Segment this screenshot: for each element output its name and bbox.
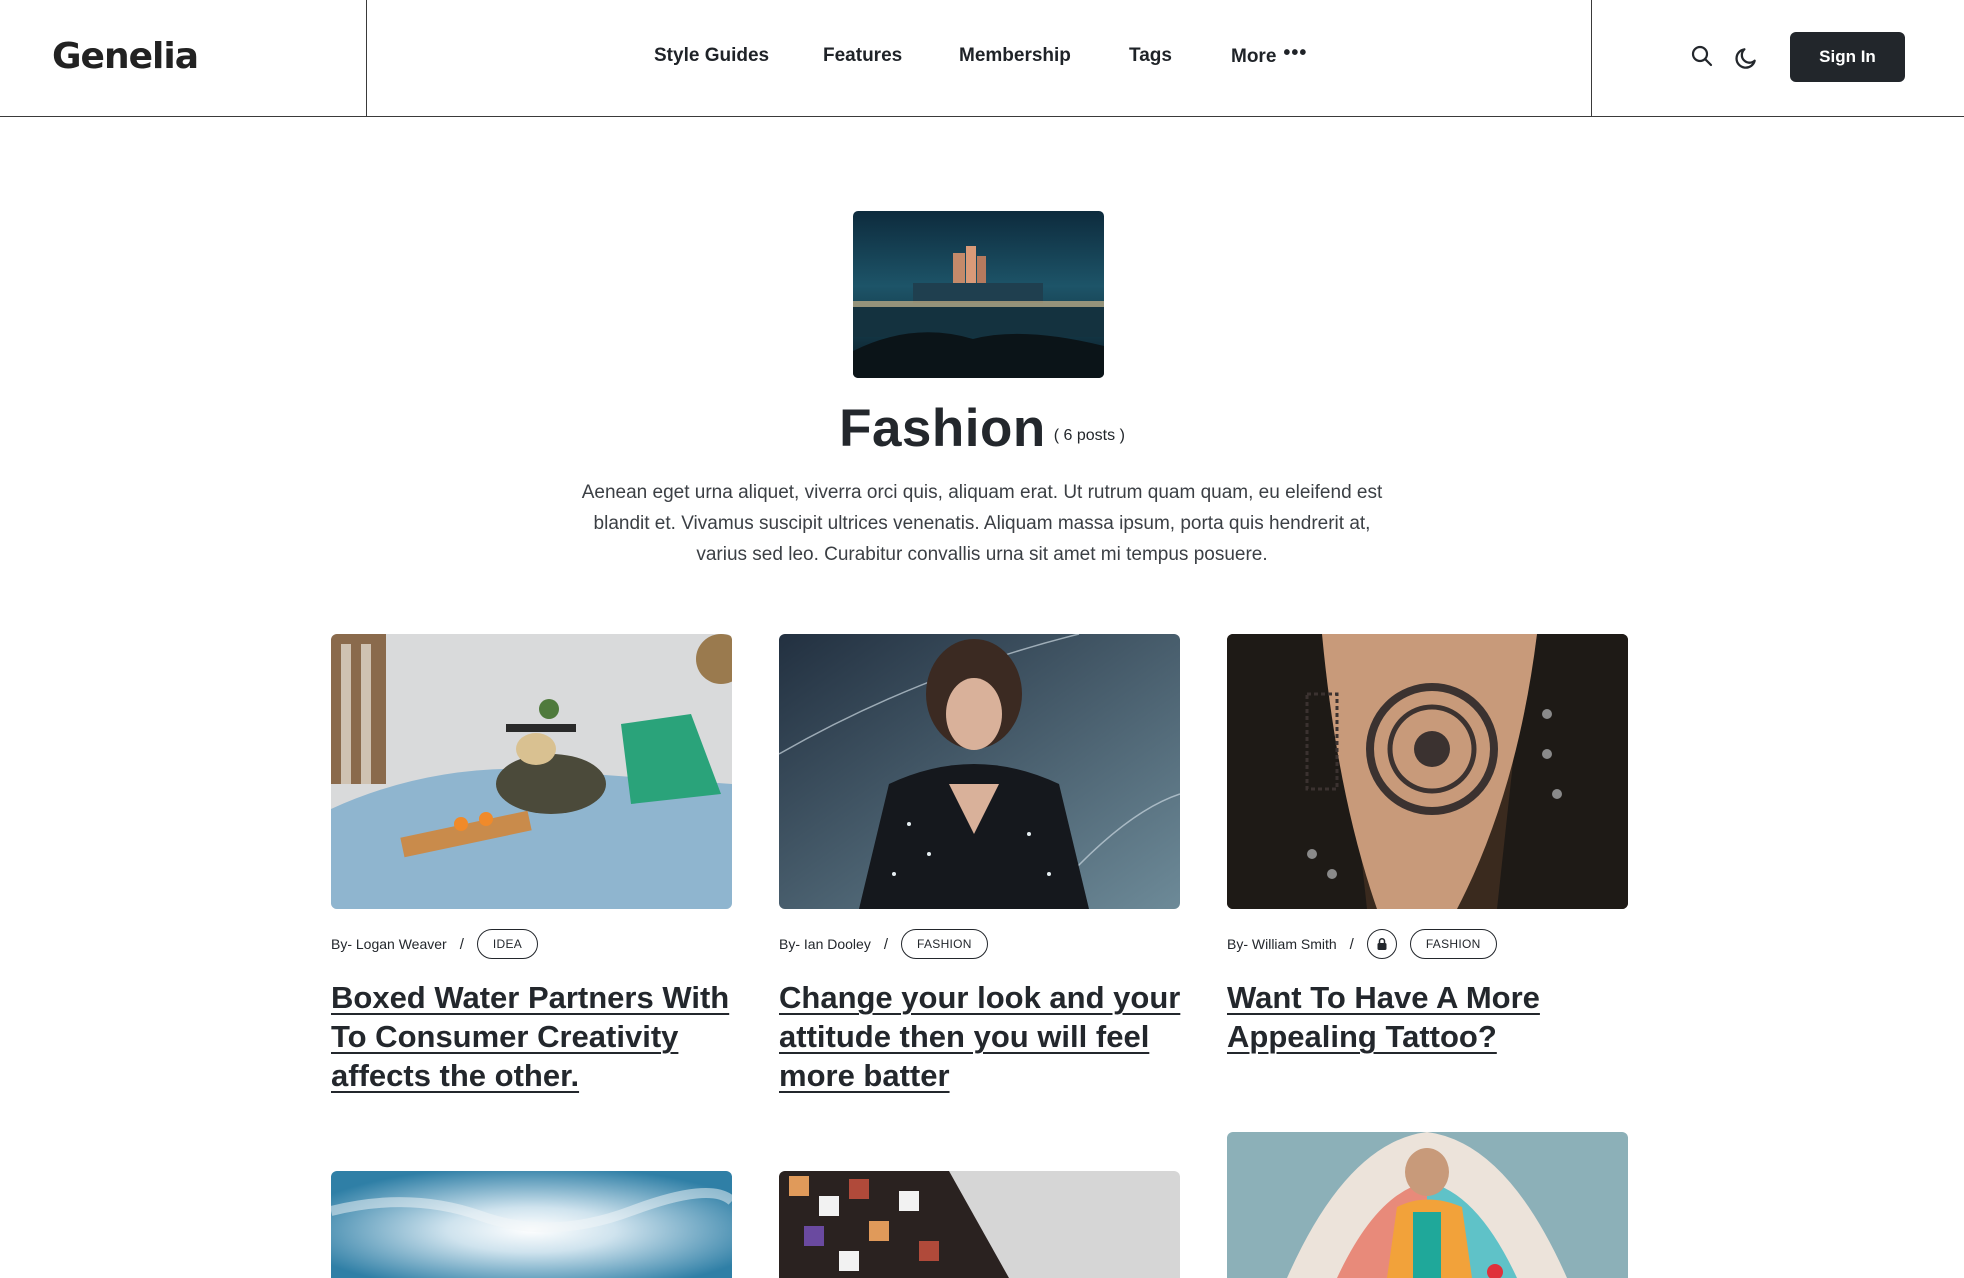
meta-separator: / (459, 935, 464, 953)
post-count: ( 6 posts ) (1053, 427, 1125, 444)
search-icon[interactable] (1690, 44, 1718, 72)
post-image-fashion-model[interactable] (779, 634, 1180, 909)
nav-item-features[interactable]: Features (823, 45, 902, 67)
post-tag[interactable]: IDEA (476, 929, 539, 959)
post-meta: By- Logan Weaver / IDEA (331, 928, 539, 960)
post-title[interactable]: Boxed Water Partners With To Consumer Cr… (331, 978, 736, 1095)
site-header: Genelia Style Guides Features Membership… (0, 0, 1964, 117)
meta-separator: / (883, 935, 888, 953)
post-meta: By- Ian Dooley / FASHION (779, 928, 988, 960)
category-description: Aenean eget urna aliquet, viverra orci q… (581, 482, 1383, 565)
category-cover-image (853, 211, 1104, 378)
moon-icon[interactable] (1733, 45, 1761, 73)
post-image-sky[interactable] (331, 1171, 732, 1278)
post-tag[interactable]: FASHION (901, 929, 988, 959)
post-title[interactable]: Want To Have A More Appealing Tattoo? (1227, 978, 1632, 1056)
nav-item-membership[interactable]: Membership (959, 45, 1071, 67)
meta-separator: / (1349, 935, 1354, 953)
post-image-slide-woman[interactable] (1227, 1132, 1628, 1278)
post-image-pattern-fabric[interactable] (779, 1171, 1180, 1278)
post-tag[interactable]: FASHION (1409, 929, 1497, 959)
post-image-bedroom[interactable] (331, 634, 732, 909)
post-author[interactable]: By- Logan Weaver (331, 936, 447, 952)
nav-item-more[interactable]: More ••• (1231, 42, 1308, 68)
more-dots-icon: ••• (1283, 42, 1308, 64)
category-header: Fashion ( 6 posts ) (0, 398, 1964, 459)
sign-in-button[interactable]: Sign In (1790, 32, 1905, 82)
nav-item-tags[interactable]: Tags (1129, 45, 1172, 67)
post-author[interactable]: By- Ian Dooley (779, 936, 871, 952)
nav-item-style-guides[interactable]: Style Guides (654, 45, 769, 67)
post-author[interactable]: By- William Smith (1227, 936, 1337, 952)
post-meta: By- William Smith / FASHION (1227, 928, 1497, 960)
page-title: Fashion (839, 399, 1046, 458)
lock-icon (1366, 929, 1397, 959)
post-image-tattoo[interactable] (1227, 634, 1628, 909)
main-nav: Style Guides Features Membership Tags Mo… (367, 0, 1591, 117)
brand-cell: Genelia (0, 0, 367, 117)
nav-more-label: More (1231, 46, 1277, 67)
site-logo[interactable]: Genelia (52, 36, 199, 77)
header-actions (1591, 0, 1964, 117)
post-title[interactable]: Change your look and your attitude then … (779, 978, 1184, 1095)
